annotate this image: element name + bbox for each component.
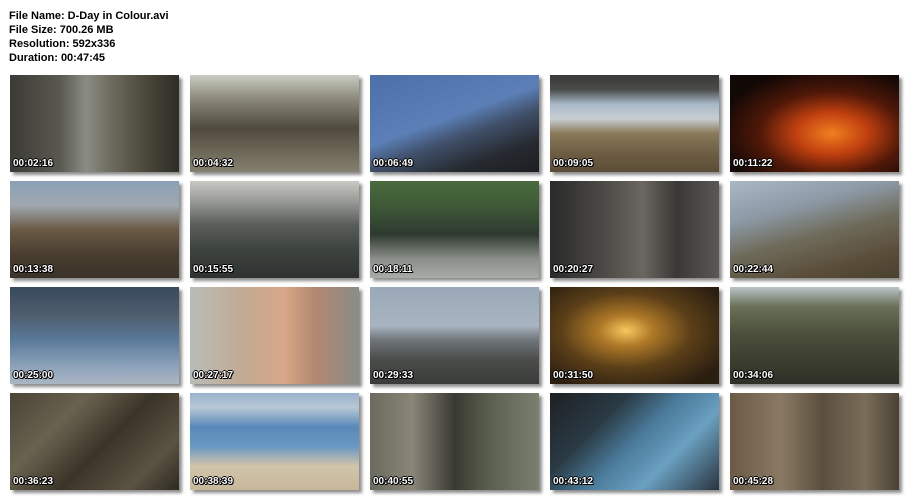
timestamp: 00:09:05: [553, 158, 594, 169]
timestamp: 00:29:33: [373, 370, 414, 381]
thumbnail[interactable]: 00:18:11: [370, 181, 539, 278]
timestamp: 00:22:44: [733, 264, 774, 275]
thumbnail-grid: 00:02:16 00:04:32 00:06:49 00:09:05 00:1…: [10, 75, 899, 490]
timestamp: 00:04:32: [193, 158, 234, 169]
file-info: File Name: D-Day in Colour.avi File Size…: [9, 9, 169, 65]
timestamp: 00:34:06: [733, 370, 774, 381]
thumbnail[interactable]: 00:40:55: [370, 393, 539, 490]
timestamp: 00:18:11: [373, 264, 413, 275]
timestamp: 00:20:27: [553, 264, 594, 275]
resolution-line: Resolution: 592x336: [9, 38, 116, 50]
timestamp: 00:27:17: [193, 370, 234, 381]
thumbnail[interactable]: 00:36:23: [10, 393, 179, 490]
thumbnail[interactable]: 00:27:17: [190, 287, 359, 384]
duration-line: Duration: 00:47:45: [9, 52, 105, 64]
thumbnail[interactable]: 00:04:32: [190, 75, 359, 172]
timestamp: 00:02:16: [13, 158, 54, 169]
thumbnail[interactable]: 00:11:22: [730, 75, 899, 172]
thumbnail[interactable]: 00:25:00: [10, 287, 179, 384]
timestamp: 00:38:39: [193, 476, 234, 487]
timestamp: 00:43:12: [553, 476, 594, 487]
timestamp: 00:40:55: [373, 476, 414, 487]
thumbnail[interactable]: 00:09:05: [550, 75, 719, 172]
thumbnail[interactable]: 00:43:12: [550, 393, 719, 490]
timestamp: 00:11:22: [733, 158, 773, 169]
thumbnail[interactable]: 00:38:39: [190, 393, 359, 490]
timestamp: 00:15:55: [193, 264, 234, 275]
thumbnail[interactable]: 00:34:06: [730, 287, 899, 384]
timestamp: 00:45:28: [733, 476, 774, 487]
thumbnail[interactable]: 00:15:55: [190, 181, 359, 278]
thumbnail[interactable]: 00:06:49: [370, 75, 539, 172]
thumbnail[interactable]: 00:02:16: [10, 75, 179, 172]
thumbnail[interactable]: 00:31:50: [550, 287, 719, 384]
file-size-line: File Size: 700.26 MB: [9, 24, 114, 36]
timestamp: 00:36:23: [13, 476, 54, 487]
thumbnail[interactable]: 00:29:33: [370, 287, 539, 384]
thumbnail[interactable]: 00:22:44: [730, 181, 899, 278]
timestamp: 00:31:50: [553, 370, 594, 381]
thumbnail[interactable]: 00:45:28: [730, 393, 899, 490]
file-name-line: File Name: D-Day in Colour.avi: [9, 10, 169, 22]
thumbnail[interactable]: 00:13:38: [10, 181, 179, 278]
timestamp: 00:13:38: [13, 264, 54, 275]
timestamp: 00:06:49: [373, 158, 414, 169]
timestamp: 00:25:00: [13, 370, 54, 381]
thumbnail[interactable]: 00:20:27: [550, 181, 719, 278]
